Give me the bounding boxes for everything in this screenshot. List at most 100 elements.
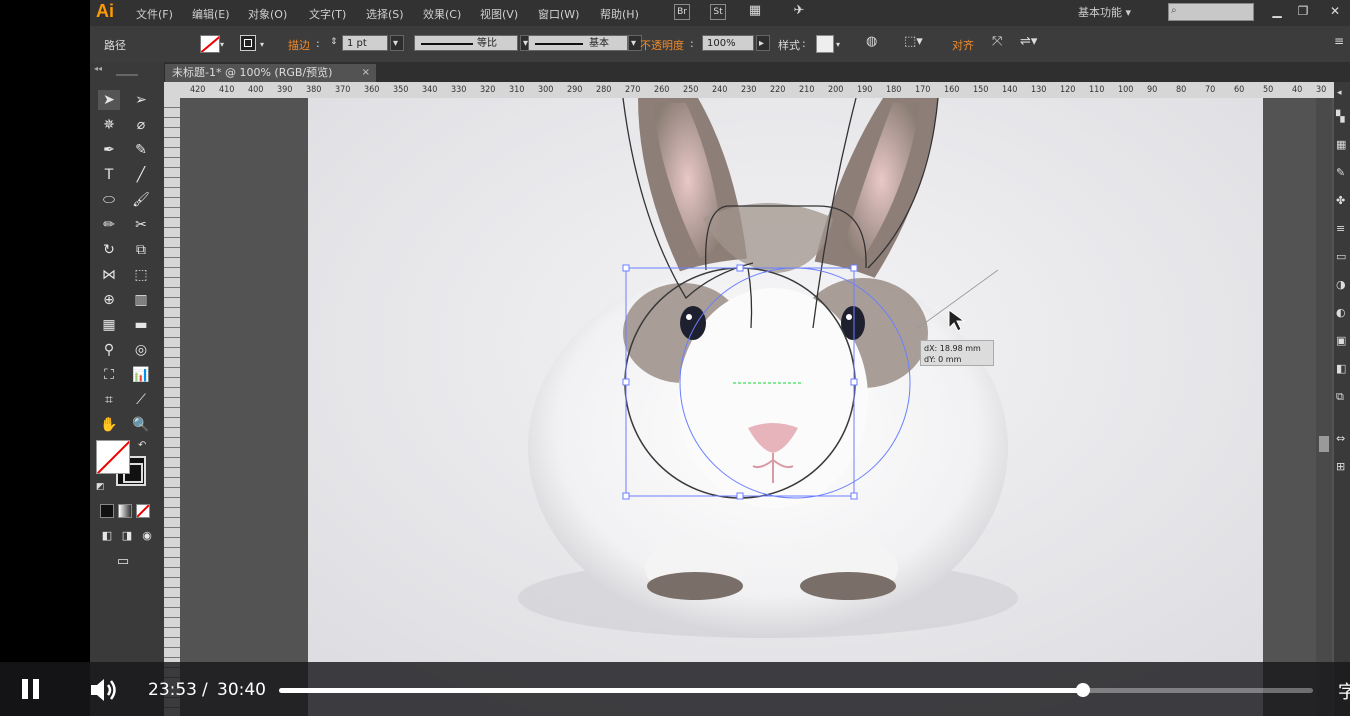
variable-width-profile[interactable]: 等比 xyxy=(414,35,518,51)
align-panel-icon[interactable]: ⇔ xyxy=(1336,432,1345,445)
hand-tool-icon[interactable]: ✋ xyxy=(98,415,120,435)
symbol-sprayer-tool-icon[interactable]: ⛶ xyxy=(98,365,120,385)
stroke-swatch[interactable] xyxy=(240,35,256,51)
selection-handle[interactable] xyxy=(622,492,630,500)
color-panel-icon[interactable]: ▚ xyxy=(1336,110,1344,123)
expand-panels-icon[interactable]: ◂ xyxy=(1337,88,1342,98)
scissors-tool-icon[interactable]: ✂ xyxy=(130,215,152,235)
line-tool-icon[interactable]: ╱ xyxy=(130,165,152,185)
curvature-tool-icon[interactable]: ✎ xyxy=(130,140,152,160)
vertical-ruler[interactable] xyxy=(164,98,181,716)
close-tab-icon[interactable]: × xyxy=(362,64,370,82)
width-tool-icon[interactable]: ⋈ xyxy=(98,265,120,285)
scrollbar-thumb[interactable] xyxy=(1319,436,1329,452)
menu-help[interactable]: 帮助(H) xyxy=(600,6,639,22)
stroke-weight-dropdown-icon[interactable]: ▾ xyxy=(390,35,404,51)
gradient-panel-icon[interactable]: ▭ xyxy=(1336,250,1346,263)
progress-handle[interactable] xyxy=(1075,683,1090,697)
document-tab[interactable]: 未标题-1* @ 100% (RGB/预览) × xyxy=(164,64,376,82)
stroke-label[interactable]: 描边 xyxy=(288,37,310,53)
fill-color-box[interactable] xyxy=(96,440,130,474)
close-icon[interactable]: ✕ xyxy=(1326,3,1344,19)
style-dropdown-icon[interactable]: ▾ xyxy=(836,40,840,49)
opacity-field[interactable]: 100% xyxy=(702,35,754,51)
pause-button[interactable] xyxy=(20,679,42,701)
minimize-icon[interactable]: ▁ xyxy=(1268,3,1286,19)
swatches-panel-icon[interactable]: ▦ xyxy=(1336,138,1346,151)
pathfinder-panel-icon[interactable]: ⊞ xyxy=(1336,460,1345,473)
selection-handle[interactable] xyxy=(850,492,858,500)
brush-definition[interactable]: 基本 xyxy=(528,35,628,51)
artboards-panel-icon[interactable]: ⧉ xyxy=(1336,390,1344,404)
blend-tool-icon[interactable]: ◎ xyxy=(130,340,152,360)
opacity-label[interactable]: 不透明度 xyxy=(640,37,684,53)
screen-mode-icon[interactable]: ▭ xyxy=(112,552,134,572)
progress-bar[interactable] xyxy=(279,683,1313,697)
draw-normal-icon[interactable]: ◧ xyxy=(96,526,118,546)
symbols-panel-icon[interactable]: ✤ xyxy=(1336,194,1345,207)
panel-grip[interactable] xyxy=(116,74,138,76)
scale-tool-icon[interactable]: ⧉ xyxy=(130,240,152,260)
pen-tool-icon[interactable]: ✒ xyxy=(98,140,120,160)
magic-wand-tool-icon[interactable]: ✵ xyxy=(98,115,120,135)
menu-type[interactable]: 文字(T) xyxy=(309,6,346,22)
gpu-performance-icon[interactable]: ✈ xyxy=(792,4,806,18)
brushes-panel-icon[interactable]: ✎ xyxy=(1336,166,1345,179)
artboard-tool-icon[interactable]: ⌗ xyxy=(98,390,120,410)
selection-handle[interactable] xyxy=(736,492,744,500)
vertical-scrollbar[interactable] xyxy=(1316,98,1332,716)
selection-handle[interactable] xyxy=(850,378,858,386)
caption-button[interactable]: 字 xyxy=(1338,678,1350,704)
shape-builder-tool-icon[interactable]: ⊕ xyxy=(98,290,120,310)
canvas-area[interactable]: dX: 18.98 mm dY: 0 mm xyxy=(180,98,1334,716)
recolor-artwork-icon[interactable]: ◍ xyxy=(866,34,877,49)
stroke-panel-icon[interactable]: ≡ xyxy=(1336,222,1345,235)
collapse-panel-icon[interactable]: ◂◂ xyxy=(94,64,102,73)
bridge-icon[interactable]: Br xyxy=(674,4,690,20)
graphic-style-swatch[interactable] xyxy=(816,35,834,53)
gradient-tool-icon[interactable]: ▬ xyxy=(130,315,152,335)
eyedropper-tool-icon[interactable]: ⚲ xyxy=(98,340,120,360)
graphic-styles-panel-icon[interactable]: ▣ xyxy=(1336,334,1346,347)
arrange-documents-icon[interactable]: ▦ xyxy=(748,4,762,18)
menu-select[interactable]: 选择(S) xyxy=(366,6,404,22)
selection-handle[interactable] xyxy=(622,378,630,386)
slice-tool-icon[interactable]: ⟋ xyxy=(130,390,152,410)
isolate-icon[interactable]: ⇌▾ xyxy=(1020,34,1037,49)
zoom-tool-icon[interactable]: 🔍 xyxy=(130,415,152,435)
color-mode-icon[interactable] xyxy=(100,504,114,518)
mesh-tool-icon[interactable]: ▦ xyxy=(98,315,120,335)
selection-handle[interactable] xyxy=(622,264,630,272)
type-tool-icon[interactable]: T xyxy=(98,165,120,185)
perspective-grid-tool-icon[interactable]: ▥ xyxy=(130,290,152,310)
volume-button[interactable] xyxy=(88,676,120,704)
pencil-tool-icon[interactable]: ✏ xyxy=(98,215,120,235)
column-graph-tool-icon[interactable]: 📊 xyxy=(130,365,152,385)
menu-window[interactable]: 窗口(W) xyxy=(538,6,579,22)
none-mode-icon[interactable] xyxy=(136,504,150,518)
horizontal-ruler[interactable]: 420 410 400 390 380 370 360 350 340 330 … xyxy=(164,82,1334,99)
fill-swatch[interactable] xyxy=(200,35,220,53)
artboard[interactable]: dX: 18.98 mm dY: 0 mm xyxy=(308,98,1263,716)
panel-menu-icon[interactable]: ≡ xyxy=(1334,34,1344,48)
gradient-mode-icon[interactable] xyxy=(118,504,132,518)
stroke-dropdown-icon[interactable]: ▾ xyxy=(260,40,264,49)
selection-handle[interactable] xyxy=(736,264,744,272)
align-options-icon[interactable]: ⬚▾ xyxy=(904,34,923,49)
menu-file[interactable]: 文件(F) xyxy=(136,6,173,22)
stroke-weight-field[interactable]: 1 pt xyxy=(342,35,388,51)
rotate-tool-icon[interactable]: ↻ xyxy=(98,240,120,260)
swap-colors-icon[interactable]: ↶ xyxy=(138,440,146,451)
stroke-stepper-icon[interactable]: ⇕ xyxy=(330,37,338,47)
search-input[interactable]: ⌕ xyxy=(1168,3,1254,21)
ellipse-tool-icon[interactable]: ⬭ xyxy=(98,190,120,210)
menu-view[interactable]: 视图(V) xyxy=(480,6,518,22)
menu-effect[interactable]: 效果(C) xyxy=(423,6,461,22)
restore-icon[interactable]: ❐ xyxy=(1294,3,1312,19)
opacity-arrow-icon[interactable]: ▸ xyxy=(756,35,770,51)
lasso-tool-icon[interactable]: ⌀ xyxy=(130,115,152,135)
menu-object[interactable]: 对象(O) xyxy=(248,6,287,22)
selection-handle[interactable] xyxy=(850,264,858,272)
appearance-panel-icon[interactable]: ◐ xyxy=(1336,306,1346,319)
draw-inside-icon[interactable]: ◉ xyxy=(136,526,158,546)
